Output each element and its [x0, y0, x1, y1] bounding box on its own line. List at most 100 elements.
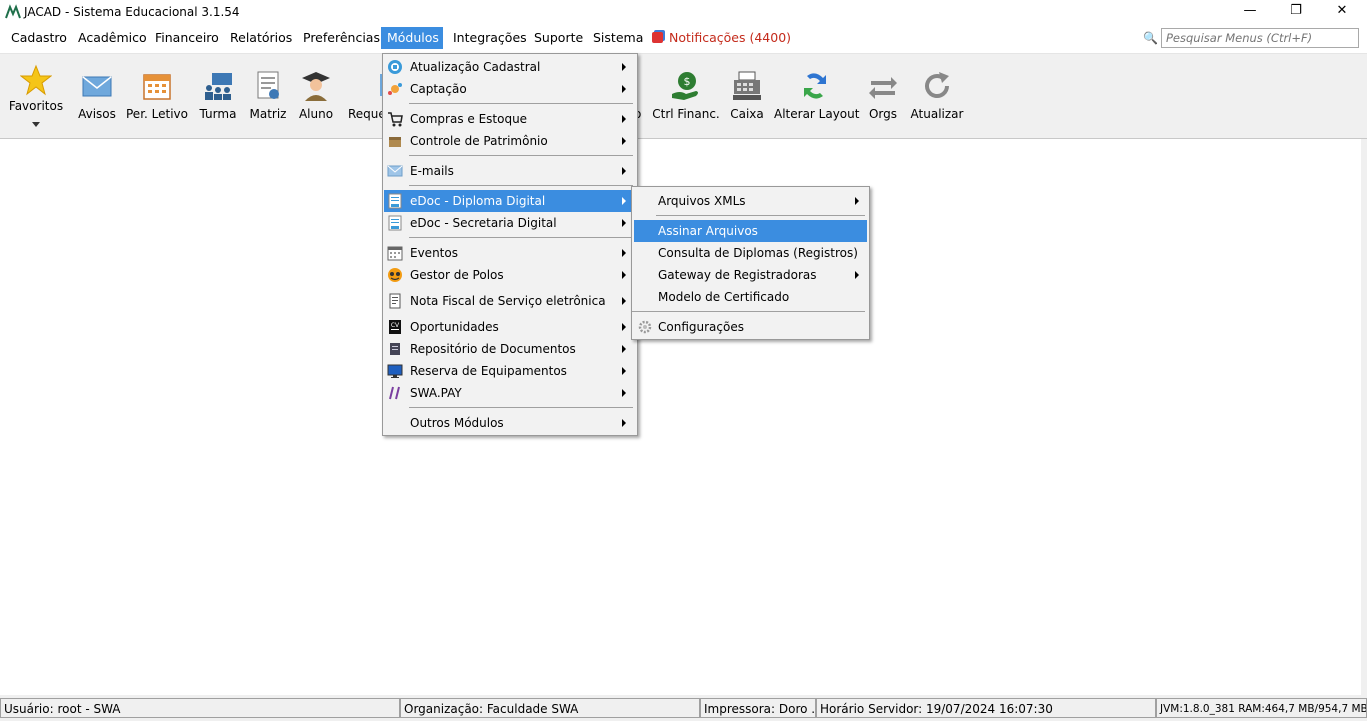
toolbar-orgs-label: Orgs: [868, 107, 898, 121]
student-icon: [302, 72, 330, 101]
refresh-badge-icon: [388, 60, 402, 74]
toolbar-avisos-button[interactable]: Avisos: [72, 54, 122, 138]
toolbar-alterar-layout-button[interactable]: Alterar Layout: [774, 54, 860, 138]
maximize-button[interactable]: ❐: [1273, 0, 1319, 24]
menu-item-repositorio-documentos[interactable]: Repositório de Documentos: [384, 338, 636, 360]
submenu-arrow-icon: [855, 271, 859, 279]
toolbar-caixa-label: Caixa: [730, 107, 764, 121]
dropdown-arrow-icon: [32, 122, 40, 127]
menu-modulos[interactable]: Módulos: [381, 27, 443, 49]
toolbar-per-letivo-label: Per. Letivo: [126, 107, 188, 121]
submenu-item-consulta-diplomas[interactable]: Consulta de Diplomas (Registros): [634, 242, 867, 264]
menu-financeiro[interactable]: Financeiro: [149, 27, 225, 49]
search-menus-input[interactable]: [1161, 28, 1359, 48]
toolbar-atualizar-button[interactable]: Atualizar: [908, 54, 966, 138]
menu-separator: [409, 155, 633, 156]
menu-separator: [409, 407, 633, 408]
submenu-item-gateway-registradoras[interactable]: Gateway de Registradoras: [634, 264, 867, 286]
jacad-logo-icon: [5, 4, 21, 19]
menu-item-edoc-diploma-digital[interactable]: eDoc - Diploma Digital: [384, 190, 636, 212]
box-icon: [389, 137, 401, 147]
vertical-scrollbar[interactable]: [1361, 139, 1367, 695]
money-hand-icon: $: [672, 72, 698, 100]
monitor-icon: [387, 364, 403, 378]
submenu-item-assinar-arquivos[interactable]: Assinar Arquivos: [634, 220, 867, 242]
menu-separator: [409, 103, 633, 104]
notifications-link[interactable]: Notificações (4400): [652, 27, 791, 49]
submenu-arrow-icon: [622, 367, 626, 375]
menu-item-oportunidades[interactable]: CV Oportunidades: [384, 316, 636, 338]
menu-academico[interactable]: Acadêmico: [72, 27, 153, 49]
envelope-icon: [82, 76, 112, 97]
status-organizacao: Organização: Faculdade SWA: [400, 698, 700, 718]
toolbar-atualizar-label: Atualizar: [910, 107, 964, 121]
document-icon: [388, 193, 402, 209]
menu-item-captacao[interactable]: Captação: [384, 78, 636, 100]
toolbar-per-letivo-button[interactable]: Per. Letivo: [125, 54, 189, 138]
matrix-document-icon: [257, 71, 279, 99]
gear-icon: [638, 320, 652, 334]
toolbar-avisos-label: Avisos: [78, 107, 116, 121]
menu-item-outros-modulos[interactable]: Outros Módulos: [384, 412, 636, 434]
close-button[interactable]: ✕: [1319, 0, 1365, 24]
toolbar-ctrl-financ-button[interactable]: $ Ctrl Financ.: [652, 54, 720, 138]
toolbar-aluno-button[interactable]: Aluno: [294, 54, 338, 138]
submenu-item-configuracoes[interactable]: Configurações: [634, 316, 867, 338]
menu-item-compras-estoque[interactable]: Compras e Estoque: [384, 108, 636, 130]
menu-suporte[interactable]: Suporte: [528, 27, 589, 49]
status-usuario: Usuário: root - SWA: [0, 698, 400, 718]
minimize-button[interactable]: —: [1227, 0, 1273, 24]
toolbar: Favoritos Avisos Per. Letivo Turma Matri…: [0, 54, 1367, 139]
globe-icon: [388, 268, 402, 282]
toolbar-favoritos-button[interactable]: Favoritos: [4, 54, 68, 138]
document-icon: [388, 215, 402, 231]
envelope-icon: [387, 165, 403, 177]
menu-item-emails[interactable]: E-mails: [384, 160, 636, 182]
exchange-arrows-icon: [869, 77, 897, 99]
submenu-arrow-icon: [622, 389, 626, 397]
toolbar-caixa-button[interactable]: Caixa: [726, 54, 768, 138]
menu-separator: [409, 237, 633, 238]
swapay-icon: [389, 386, 400, 400]
menu-cadastro[interactable]: Cadastro: [5, 27, 73, 49]
submenu-arrow-icon: [622, 167, 626, 175]
submenu-item-modelo-certificado[interactable]: Modelo de Certificado: [634, 286, 867, 308]
submenu-arrow-icon: [622, 115, 626, 123]
notifications-label: Notificações (4400): [669, 30, 792, 45]
title-bar: JACAD - Sistema Educacional 3.1.54 — ❐ ✕: [0, 0, 1367, 24]
refresh-icon: [925, 72, 949, 98]
edoc-diploma-submenu: Arquivos XMLs Assinar Arquivos Consulta …: [631, 186, 870, 340]
toolbar-requerimento-label: Reque: [348, 107, 384, 121]
menu-preferencias[interactable]: Preferências: [297, 27, 386, 49]
status-horario-servidor: Horário Servidor: 19/07/2024 16:07:30: [816, 698, 1156, 718]
status-bar: Usuário: root - SWA Organização: Faculda…: [0, 696, 1367, 721]
toolbar-orgs-button[interactable]: Orgs: [862, 54, 904, 138]
calendar-icon: [143, 74, 171, 100]
toolbar-requerimento-button[interactable]: Reque: [344, 54, 384, 138]
menu-item-nota-fiscal-servico[interactable]: Nota Fiscal de Serviço eletrônica: [384, 290, 636, 312]
menu-separator: [409, 185, 633, 186]
toolbar-turma-button[interactable]: Turma: [194, 54, 242, 138]
window-title: JACAD - Sistema Educacional 3.1.54: [24, 5, 240, 19]
toolbar-aluno-label: Aluno: [298, 107, 334, 121]
menu-item-edoc-secretaria-digital[interactable]: eDoc - Secretaria Digital: [384, 212, 636, 234]
cv-icon: CV: [389, 320, 401, 334]
menu-item-reserva-equipamentos[interactable]: Reserva de Equipamentos: [384, 360, 636, 382]
menu-sistema[interactable]: Sistema: [587, 27, 649, 49]
menu-item-controle-patrimonio[interactable]: Controle de Patrimônio: [384, 130, 636, 152]
toolbar-turma-label: Turma: [199, 107, 237, 121]
swap-layout-icon: [804, 73, 826, 99]
submenu-item-arquivos-xmls[interactable]: Arquivos XMLs: [634, 190, 867, 212]
menu-item-swa-pay[interactable]: SWA.PAY: [384, 382, 636, 404]
notification-icon: [652, 32, 663, 43]
menu-item-eventos[interactable]: Eventos: [384, 242, 636, 264]
status-impressora: Impressora: Doro ...: [700, 698, 816, 718]
repository-icon: [390, 343, 400, 355]
submenu-arrow-icon: [622, 137, 626, 145]
toolbar-matriz-button[interactable]: Matriz: [246, 54, 290, 138]
menu-item-gestor-polos[interactable]: Gestor de Polos: [384, 264, 636, 286]
menu-integracoes[interactable]: Integrações: [447, 27, 533, 49]
toolbar-alterar-layout-label: Alterar Layout: [774, 107, 860, 121]
menu-item-atualizacao-cadastral[interactable]: Atualização Cadastral: [384, 56, 636, 78]
menu-relatorios[interactable]: Relatórios: [224, 27, 298, 49]
